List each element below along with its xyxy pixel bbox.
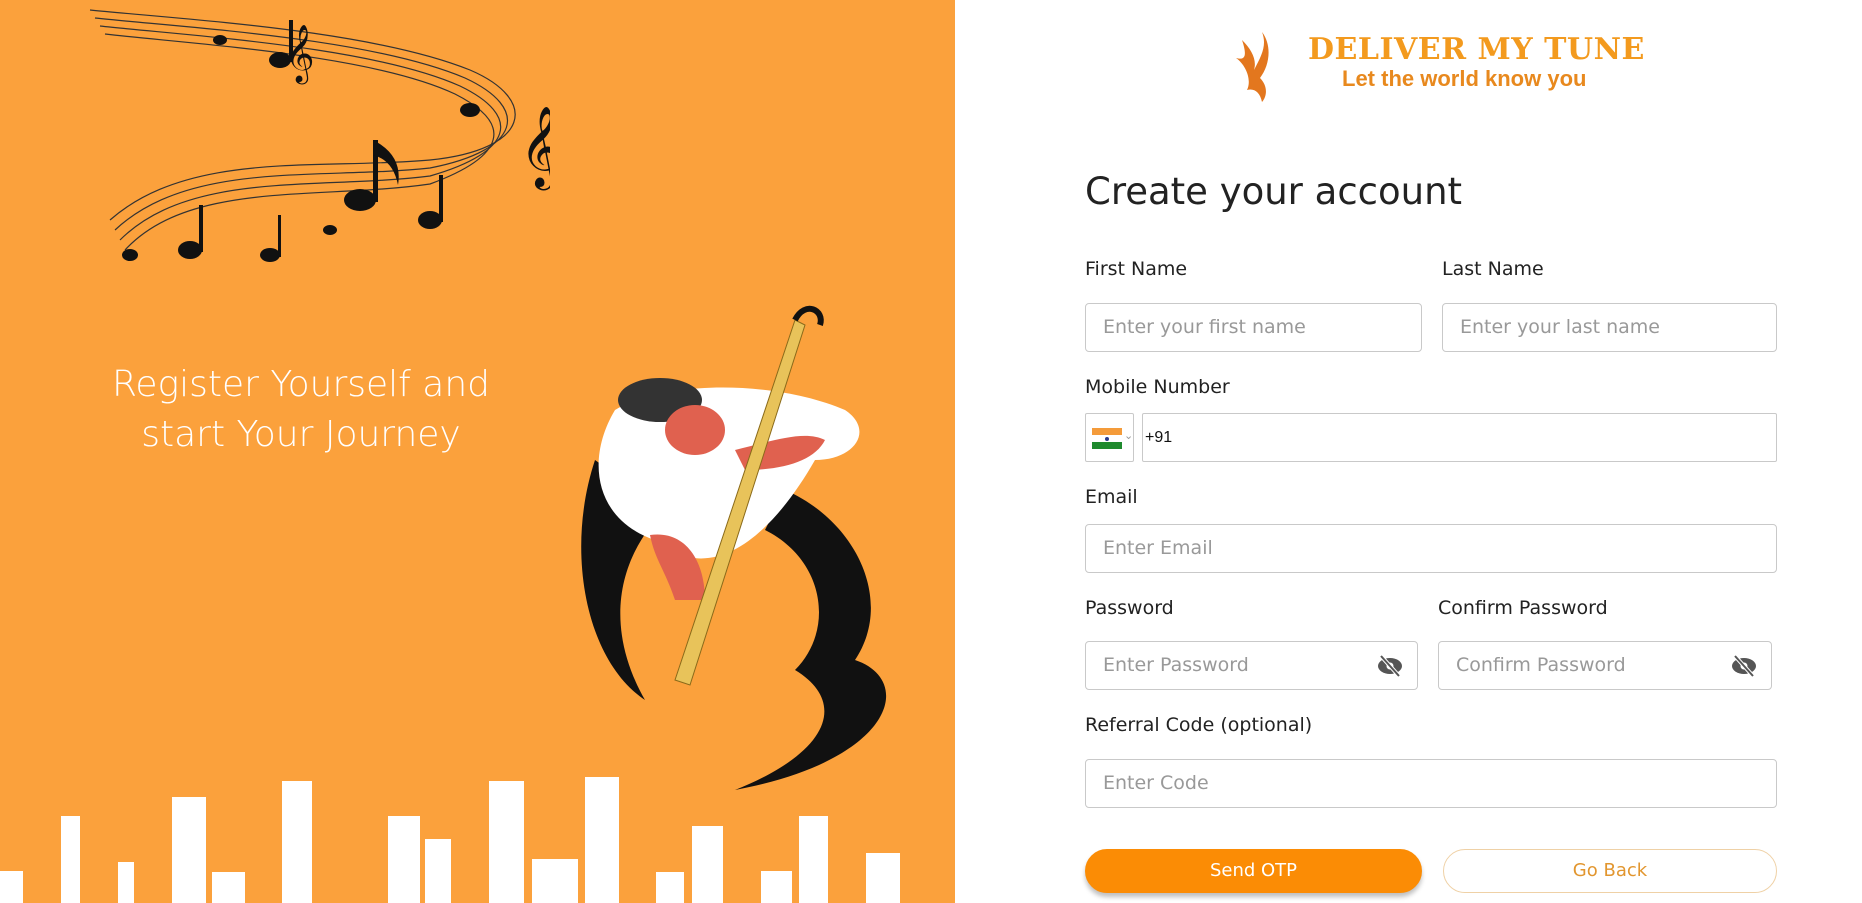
logo-subtitle: Let the world know you [1342, 66, 1587, 91]
equalizer-bar [282, 781, 312, 903]
password-placeholder: Enter Password [1103, 654, 1249, 676]
tagline-line-2: start Your Journey [141, 414, 461, 455]
equalizer-bar [118, 862, 134, 903]
send-otp-button[interactable]: Send OTP [1085, 849, 1422, 893]
referral-code-input[interactable]: Enter Code [1085, 759, 1777, 808]
equalizer-bar [585, 777, 619, 903]
country-code-select[interactable]: ⌄ [1085, 413, 1134, 462]
logo: DELIVER MY TUNE Let the world know you [1232, 28, 1645, 108]
equalizer-bar [172, 797, 206, 903]
equalizer-bar [425, 839, 451, 903]
equalizer-bar [489, 781, 524, 903]
last-name-input[interactable]: Enter your last name [1442, 303, 1777, 352]
mobile-number-label: Mobile Number [1085, 376, 1230, 398]
tagline: Register Yourself and start Your Journey [60, 360, 542, 460]
confirm-password-input[interactable]: Confirm Password [1438, 641, 1772, 690]
equalizer-bar [656, 872, 684, 903]
equalizer-bar [692, 826, 723, 903]
equalizer-bar [388, 816, 420, 903]
eye-slash-icon[interactable] [1731, 655, 1757, 677]
india-flag-icon [1092, 428, 1122, 449]
equalizer-bar [532, 859, 578, 903]
equalizer-bar [212, 872, 245, 903]
equalizer-bar [761, 871, 792, 903]
referral-code-label: Referral Code (optional) [1085, 714, 1313, 736]
equalizer-bar [866, 853, 900, 903]
left-panel: 𝄞 𝄞 Register Yourself and start Your Jou… [0, 0, 955, 903]
bassist-illustration [581, 305, 887, 790]
equalizer-bar [799, 816, 828, 903]
confirm-password-placeholder: Confirm Password [1456, 654, 1626, 676]
equalizer-bar [61, 816, 80, 903]
confirm-password-label: Confirm Password [1438, 597, 1608, 619]
first-name-label: First Name [1085, 258, 1188, 280]
last-name-label: Last Name [1442, 258, 1544, 280]
svg-text:𝄞: 𝄞 [520, 105, 550, 190]
phoenix-icon [1236, 32, 1269, 102]
first-name-input[interactable]: Enter your first name [1085, 303, 1422, 352]
logo-title: DELIVER MY TUNE [1308, 32, 1645, 67]
music-notes-illustration: 𝄞 𝄞 [89, 9, 550, 262]
chevron-down-icon: ⌄ [1124, 429, 1134, 442]
eye-slash-icon[interactable] [1377, 655, 1403, 677]
mobile-number-input[interactable]: +91 [1142, 413, 1777, 462]
svg-text:𝄞: 𝄞 [285, 24, 315, 85]
email-input[interactable]: Enter Email [1085, 524, 1777, 573]
email-label: Email [1085, 486, 1138, 508]
password-input[interactable]: Enter Password [1085, 641, 1418, 690]
page-title: Create your account [1085, 170, 1463, 213]
go-back-button[interactable]: Go Back [1443, 849, 1777, 893]
password-label: Password [1085, 597, 1174, 619]
equalizer-bar [0, 871, 23, 903]
tagline-line-1: Register Yourself and [111, 364, 491, 405]
